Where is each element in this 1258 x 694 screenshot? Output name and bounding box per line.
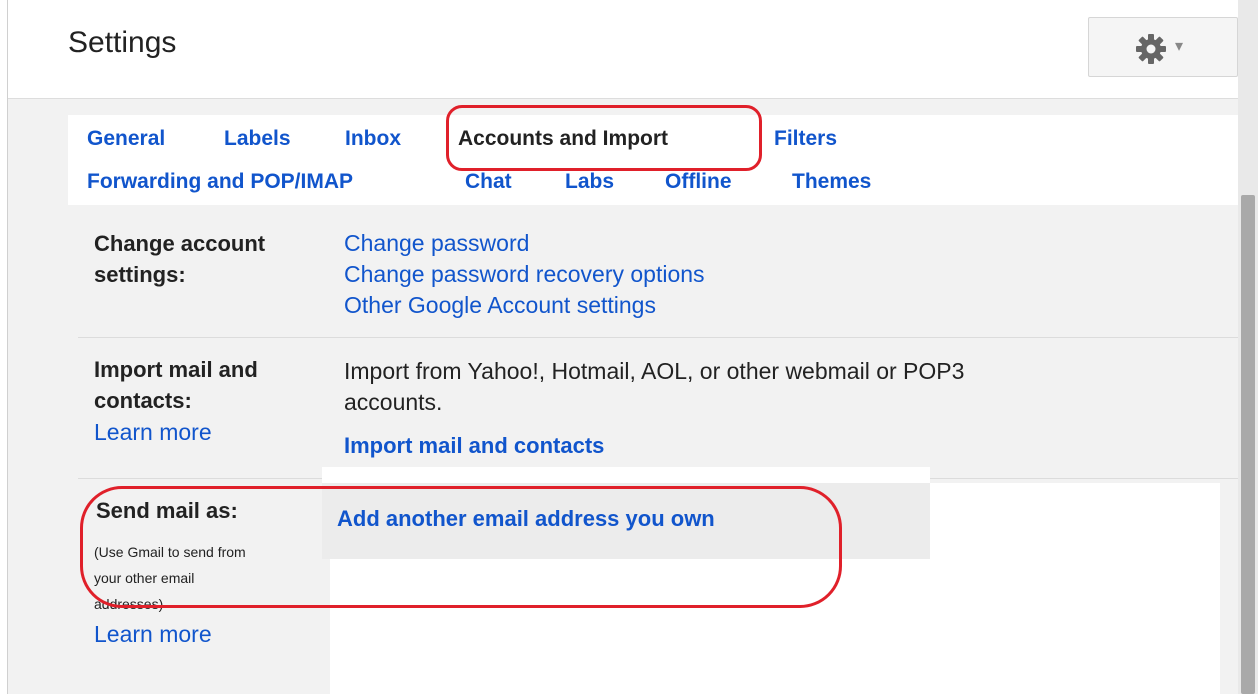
scrollbar-thumb[interactable] — [1241, 195, 1255, 694]
section-divider — [78, 337, 1238, 338]
import-label-line2: contacts: — [94, 388, 192, 413]
tab-labs[interactable]: Labs — [565, 170, 614, 194]
tab-general[interactable]: General — [87, 127, 165, 151]
chevron-down-icon: ▾ — [1175, 38, 1184, 55]
tab-forwarding-pop-imap[interactable]: Forwarding and POP/IMAP — [87, 170, 353, 194]
send-mail-highlight-annotation — [80, 486, 842, 608]
tab-filters[interactable]: Filters — [774, 127, 837, 151]
accounts-tab-highlight-annotation — [446, 105, 762, 171]
tab-inbox[interactable]: Inbox — [345, 127, 401, 151]
import-description-line2: accounts. — [344, 389, 443, 415]
send-mail-gap — [322, 467, 930, 483]
change-password-link[interactable]: Change password — [344, 228, 529, 259]
change-account-label-line1: Change account — [94, 231, 266, 256]
send-mail-blank-right — [930, 483, 1220, 694]
change-recovery-options-link[interactable]: Change password recovery options — [344, 259, 705, 290]
left-edge — [0, 0, 7, 694]
other-account-settings-link[interactable]: Other Google Account settings — [344, 290, 656, 321]
import-learn-more-link[interactable]: Learn more — [94, 417, 212, 448]
import-description-line1: Import from Yahoo!, Hotmail, AOL, or oth… — [344, 358, 965, 384]
settings-header: Settings ▾ — [8, 0, 1238, 99]
import-label-line1: Import mail and — [94, 357, 258, 382]
tab-offline[interactable]: Offline — [665, 170, 732, 194]
tab-chat[interactable]: Chat — [465, 170, 512, 194]
page-title: Settings — [68, 26, 177, 59]
import-mail-contacts-link[interactable]: Import mail and contacts — [344, 433, 604, 459]
tab-labels[interactable]: Labels — [224, 127, 291, 151]
left-edge-line — [7, 0, 8, 694]
send-mail-learn-more-link[interactable]: Learn more — [94, 619, 212, 650]
gear-icon — [1136, 34, 1166, 64]
settings-gear-button[interactable]: ▾ — [1088, 17, 1238, 77]
change-account-label-line2: settings: — [94, 262, 186, 287]
tab-themes[interactable]: Themes — [792, 170, 871, 194]
